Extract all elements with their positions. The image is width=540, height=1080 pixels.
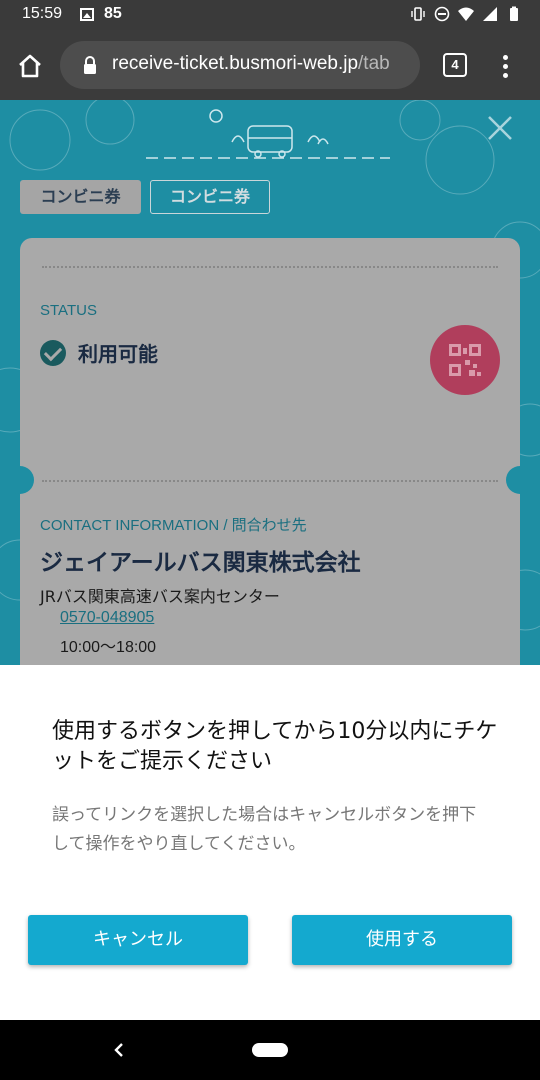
home-icon[interactable] (16, 52, 44, 80)
status-value: 利用可能 (40, 338, 158, 367)
url-text: receive-ticket.busmori-web.jp/tab (112, 53, 390, 75)
status-text: 利用可能 (78, 342, 158, 366)
back-icon[interactable] (112, 1042, 126, 1058)
dialog-message: 誤ってリンクを選択した場合はキャンセルボタンを押下して操作をやり直してください。 (52, 805, 477, 854)
home-pill[interactable] (252, 1043, 288, 1057)
company-name: ジェイアールバス関東株式会社 (40, 550, 361, 576)
divider (42, 480, 498, 482)
use-button[interactable]: 使用する (292, 915, 512, 965)
address-bar[interactable]: receive-ticket.busmori-web.jp/tab (60, 41, 420, 89)
status-bar: 15:59 85 (0, 0, 540, 30)
more-menu-icon[interactable] (496, 52, 514, 80)
ticket-page: コンビニ券 コンビニ券 STATUS 利用可能 CONTACT INFORMAT… (0, 100, 540, 665)
wifi-icon (458, 7, 474, 21)
url-path: /tab (358, 53, 390, 74)
check-icon (40, 339, 66, 366)
confirm-dialog: 使用するボタンを押してから10分以内にチケットをご提示ください 誤ってリンクを選… (0, 665, 540, 1020)
navigation-bar (0, 1020, 540, 1080)
vibrate-icon (411, 7, 425, 21)
image-notification-icon (80, 8, 94, 21)
card-notch-right (506, 466, 534, 494)
bus-illustration (146, 109, 390, 159)
signal-icon (483, 7, 497, 21)
notification-count: 85 (104, 5, 122, 22)
clock: 15:59 (22, 5, 63, 22)
qr-code-icon (449, 344, 481, 376)
phone-link[interactable]: 0570-048905 (60, 609, 154, 627)
tab-convenience-ticket-active[interactable]: コンビニ券 (20, 180, 141, 214)
divider (42, 266, 498, 268)
system-icons (410, 6, 522, 22)
battery-icon (510, 6, 518, 21)
business-hours: 10:00〜18:00 (60, 639, 157, 656)
qr-code-button[interactable] (430, 325, 500, 395)
cancel-button[interactable]: キャンセル (28, 915, 248, 965)
close-icon[interactable] (486, 114, 514, 142)
contact-label: CONTACT INFORMATION / 問合わせ先 (40, 517, 307, 534)
card-notch-left (6, 466, 34, 494)
tab-convenience-ticket[interactable]: コンビニ券 (150, 180, 270, 214)
dialog-title: 使用するボタンを押してから10分以内にチケットをご提示ください (52, 719, 498, 774)
url-host: receive-ticket.busmori-web.jp (112, 53, 359, 74)
do-not-disturb-icon (434, 6, 450, 22)
status-label: STATUS (40, 302, 97, 319)
ticket-card: STATUS 利用可能 CONTACT INFORMATION / 問合わせ先 … (6, 238, 534, 665)
info-center-name: JRバス関東高速バス案内センター (40, 587, 280, 606)
lock-icon (84, 56, 96, 74)
tab-switcher-button[interactable]: 4 (443, 53, 467, 77)
browser-toolbar: receive-ticket.busmori-web.jp/tab 4 (0, 30, 540, 100)
